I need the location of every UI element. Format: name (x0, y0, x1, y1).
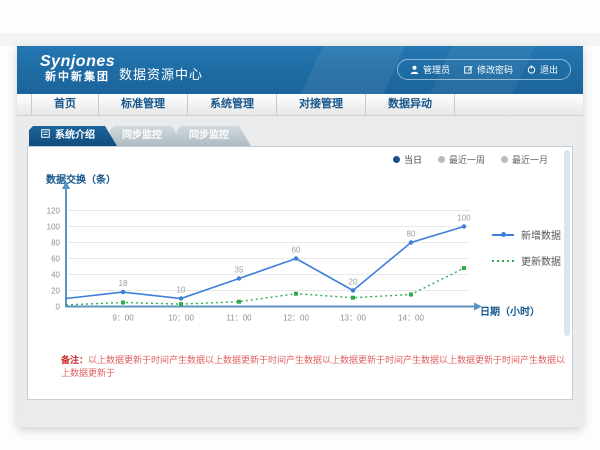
line-chart: 0 20 40 60 80 100 120 9：00 10：00 11：00 12：00 13：00 1… (38, 177, 508, 327)
logout-label: 退出 (540, 63, 558, 76)
app-window: Synjones 新中新集团 数据资源中心 管理员 修改密码 (17, 46, 583, 427)
edit-icon (464, 65, 473, 74)
footnote-text: 以上数据更新于时间产生数据以上数据更新于时间产生数据以上数据更新于时间产生数据以… (61, 355, 565, 378)
nav-item-interface-mgmt[interactable]: 对接管理 (277, 94, 366, 115)
svg-text:9：00: 9：00 (112, 314, 134, 323)
radio-dot-icon (438, 156, 445, 163)
user-toolbar: 管理员 修改密码 退出 (397, 59, 571, 80)
svg-text:13：00: 13：00 (340, 314, 366, 323)
nav-item-system-mgmt[interactable]: 系统管理 (188, 94, 277, 115)
tab-sync-monitor-1[interactable]: 同步监控 (110, 126, 184, 146)
svg-text:80: 80 (407, 230, 416, 239)
main-nav: 首页 标准管理 系统管理 对接管理 数据异动 (17, 94, 583, 116)
tab-sync-monitor-2[interactable]: 同步监控 (177, 126, 251, 146)
svg-text:10: 10 (177, 286, 186, 295)
svg-text:35: 35 (235, 266, 244, 275)
svg-text:120: 120 (47, 207, 61, 216)
radio-last-month[interactable]: 最近一月 (501, 153, 548, 166)
user-icon (410, 65, 419, 74)
legend-new-data[interactable]: 新增数据 (492, 227, 561, 242)
tab-label: 同步监控 (122, 126, 162, 146)
form-icon (41, 126, 50, 146)
dotted-line-swatch-icon (492, 260, 514, 262)
svg-text:60: 60 (51, 255, 60, 264)
solid-line-swatch-icon (492, 234, 514, 236)
logout-button[interactable]: 退出 (527, 63, 558, 76)
legend-label: 新增数据 (521, 227, 561, 242)
svg-text:0: 0 (56, 303, 61, 312)
radio-label: 当日 (404, 153, 422, 166)
logo-brand-text: Synjones (40, 53, 115, 71)
chart-panel: 当日 最近一周 最近一月 数据交换（条） 0204060801001209：00… (27, 146, 573, 400)
svg-text:18: 18 (119, 279, 128, 288)
radio-label: 最近一月 (512, 153, 548, 166)
tab-bar: 系统介绍 同步监控 同步监控 (29, 126, 573, 146)
svg-text:12：00: 12：00 (283, 314, 309, 323)
tab-label: 系统介绍 (55, 126, 95, 146)
svg-text:10：00: 10：00 (168, 314, 194, 323)
power-icon (527, 65, 536, 74)
x-axis-title: 日期（小时） (480, 303, 540, 318)
nav-item-data-change[interactable]: 数据异动 (366, 94, 455, 115)
change-password-label: 修改密码 (477, 63, 513, 76)
admin-user-button[interactable]: 管理员 (410, 63, 450, 76)
admin-user-label: 管理员 (423, 63, 450, 76)
svg-text:40: 40 (51, 271, 60, 280)
content-area: 系统介绍 同步监控 同步监控 当日 最近一周 (17, 116, 583, 427)
time-range-selector: 当日 最近一周 最近一月 (393, 153, 548, 166)
svg-text:100: 100 (47, 223, 61, 232)
legend-update-data[interactable]: 更新数据 (492, 253, 561, 268)
tab-system-intro[interactable]: 系统介绍 (29, 126, 117, 146)
svg-text:20: 20 (349, 278, 358, 287)
legend-label: 更新数据 (521, 253, 561, 268)
page: Synjones 新中新集团 数据资源中心 管理员 修改密码 (0, 0, 600, 450)
svg-text:14：00: 14：00 (398, 314, 424, 323)
scrollbar[interactable] (564, 150, 570, 336)
app-header: Synjones 新中新集团 数据资源中心 管理员 修改密码 (17, 46, 583, 94)
synjones-logo: Synjones 新中新集团 (40, 53, 115, 83)
nav-item-standard-mgmt[interactable]: 标准管理 (99, 94, 188, 115)
change-password-button[interactable]: 修改密码 (464, 63, 513, 76)
radio-dot-icon (393, 156, 400, 163)
svg-text:11：00: 11：00 (226, 314, 252, 323)
radio-last-week[interactable]: 最近一周 (438, 153, 485, 166)
logo-company-text: 新中新集团 (40, 71, 115, 83)
svg-text:20: 20 (51, 287, 60, 296)
svg-text:60: 60 (292, 246, 301, 255)
svg-text:100: 100 (457, 214, 471, 223)
footnote-label: 备注： (61, 355, 88, 365)
page-title: 数据资源中心 (119, 64, 203, 83)
series-legend: 新增数据 更新数据 (492, 227, 561, 279)
footnote: 备注：以上数据更新于时间产生数据以上数据更新于时间产生数据以上数据更新于时间产生… (61, 354, 566, 379)
radio-today[interactable]: 当日 (393, 153, 422, 166)
nav-item-home[interactable]: 首页 (31, 94, 99, 115)
tab-label: 同步监控 (189, 126, 229, 146)
radio-label: 最近一周 (449, 153, 485, 166)
radio-dot-icon (501, 156, 508, 163)
svg-text:80: 80 (51, 239, 60, 248)
page-background-strip (0, 33, 600, 46)
